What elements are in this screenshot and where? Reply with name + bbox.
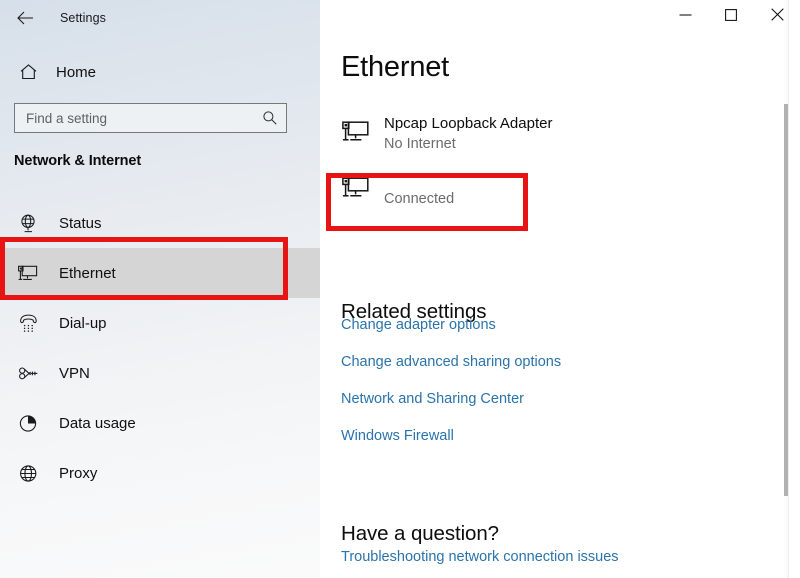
close-icon [770, 8, 784, 24]
adapter-connected[interactable]: Connected [341, 169, 771, 225]
link-troubleshooting-network[interactable]: Troubleshooting network connection issue… [341, 548, 619, 566]
link-network-and-sharing-center[interactable]: Network and Sharing Center [341, 390, 524, 408]
adapter-status: Connected [384, 191, 455, 207]
ethernet-adapter-icon [341, 116, 375, 146]
ethernet-monitor-icon [16, 261, 40, 285]
right-edge-sliver [788, 0, 800, 578]
settings-window: Settings Home Network & Internet [0, 0, 800, 578]
title-bar-left: Settings [0, 0, 320, 40]
page-title: Ethernet [341, 51, 450, 83]
search-icon[interactable] [256, 110, 284, 126]
sidebar-item-data-usage[interactable]: Data usage [0, 398, 320, 448]
sidebar-item-ethernet-label: Ethernet [59, 264, 116, 282]
sidebar-item-home-label: Home [56, 63, 97, 81]
adapter-text: Connected [384, 169, 454, 210]
window-controls [662, 0, 800, 32]
sidebar-item-dial-up[interactable]: Dial-up [0, 298, 320, 348]
link-windows-firewall[interactable]: Windows Firewall [341, 427, 454, 445]
link-change-adapter-options[interactable]: Change adapter options [341, 316, 496, 334]
adapter-text: Npcap Loopback Adapter No Internet [384, 113, 552, 155]
home-icon [14, 63, 42, 81]
sidebar-nav: Status Ethernet Dial-up VPN Data usage P… [0, 198, 320, 498]
search-box[interactable] [14, 103, 287, 133]
back-arrow-icon [16, 11, 34, 25]
ethernet-adapter-icon [341, 172, 375, 202]
sidebar-item-status-label: Status [59, 214, 102, 232]
related-settings-links: Change adapter options Change advanced s… [341, 316, 771, 464]
sidebar-item-proxy-label: Proxy [59, 464, 98, 482]
content-pane: Ethernet Npcap Loopback Adapter No Inter… [320, 0, 800, 578]
minimize-icon [679, 9, 692, 24]
category-title: Network & Internet [14, 153, 142, 169]
have-a-question-heading: Have a question? [341, 522, 499, 545]
sidebar-item-vpn-label: VPN [59, 364, 90, 382]
sidebar-item-data-usage-label: Data usage [59, 414, 136, 432]
globe-icon [16, 461, 40, 485]
sidebar-item-status[interactable]: Status [0, 198, 320, 248]
adapter-name: Npcap Loopback Adapter [384, 115, 553, 132]
adapter-npcap-loopback[interactable]: Npcap Loopback Adapter No Internet [341, 113, 771, 169]
sidebar-item-vpn[interactable]: VPN [0, 348, 320, 398]
app-title: Settings [60, 11, 106, 25]
network-status-globe-icon [16, 211, 40, 235]
dialup-phone-icon [16, 311, 40, 335]
have-a-question-links: Troubleshooting network connection issue… [341, 548, 771, 578]
sidebar-item-ethernet[interactable]: Ethernet [0, 248, 320, 298]
maximize-button[interactable] [708, 0, 754, 32]
sidebar-item-dial-up-label: Dial-up [59, 314, 107, 332]
back-button[interactable] [10, 4, 40, 32]
adapter-status: No Internet [384, 136, 456, 152]
sidebar: Settings Home Network & Internet [0, 0, 320, 578]
pie-chart-icon [16, 411, 40, 435]
link-change-advanced-sharing[interactable]: Change advanced sharing options [341, 353, 561, 371]
sidebar-item-home[interactable]: Home [0, 56, 320, 88]
sidebar-item-proxy[interactable]: Proxy [0, 448, 320, 498]
adapter-list: Npcap Loopback Adapter No Internet Conne… [341, 113, 771, 225]
maximize-icon [725, 8, 737, 24]
vpn-icon [16, 361, 40, 385]
minimize-button[interactable] [662, 0, 708, 32]
search-input[interactable] [15, 105, 256, 131]
